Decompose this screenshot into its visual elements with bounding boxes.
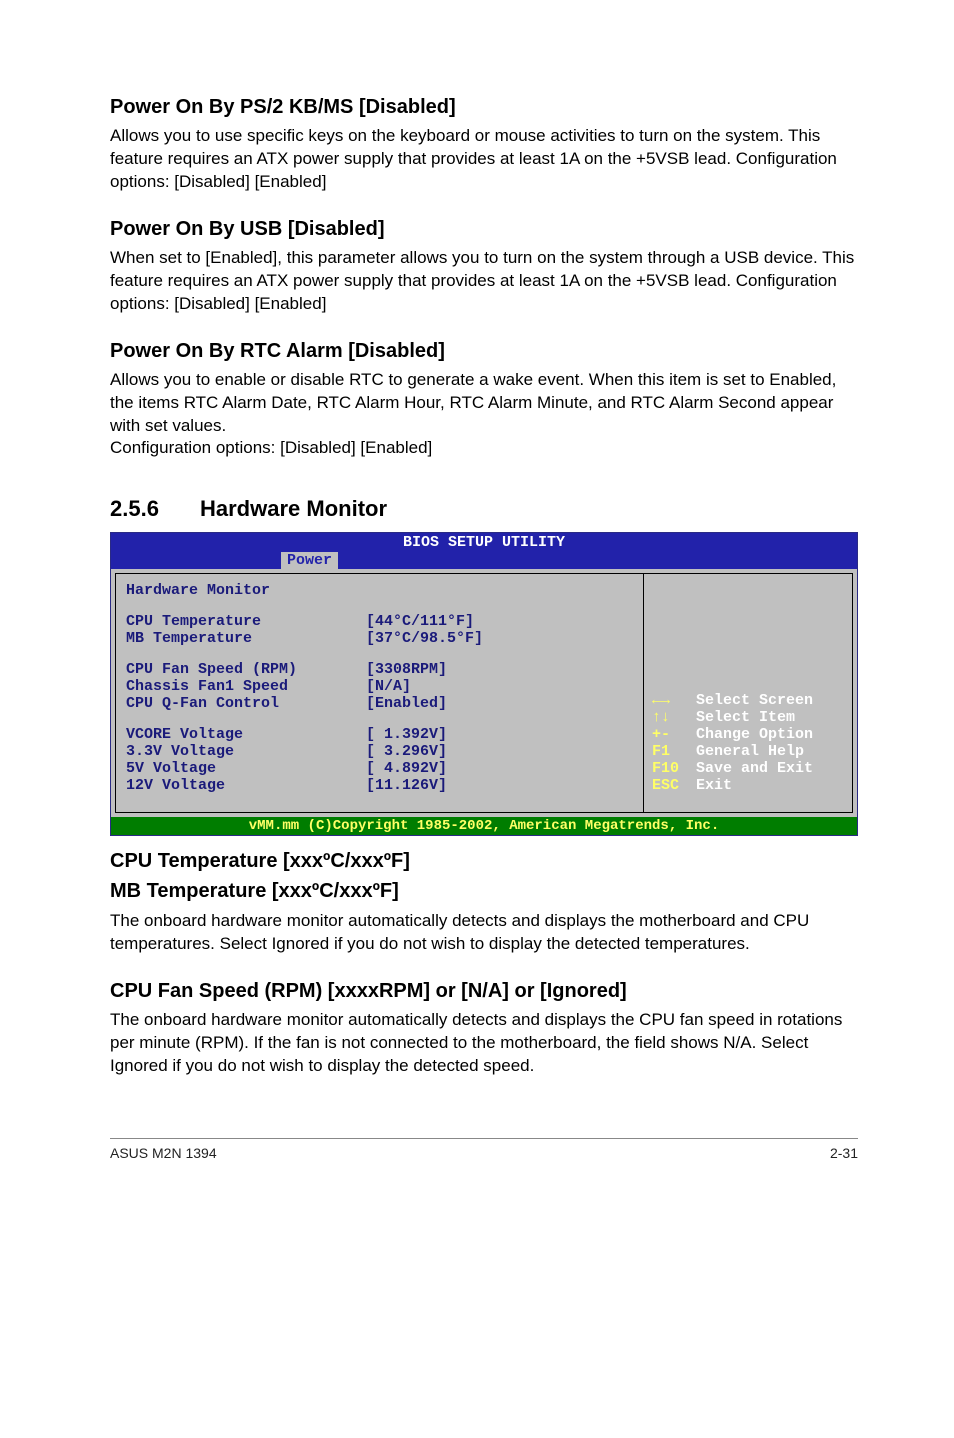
hint-key: ←→ bbox=[652, 692, 696, 709]
hint-text: Exit bbox=[696, 777, 732, 794]
bios-label: MB Temperature bbox=[126, 630, 366, 647]
bios-left-panel: Hardware Monitor CPU Temperature [44°C/1… bbox=[115, 573, 643, 813]
bios-hint: F10Save and Exit bbox=[652, 760, 844, 777]
bios-row: MB Temperature [37°C/98.5°F] bbox=[126, 630, 633, 647]
bios-tabrow: Power bbox=[111, 552, 857, 569]
bios-label: 12V Voltage bbox=[126, 777, 366, 794]
bios-screenshot: BIOS SETUP UTILITY Power Hardware Monito… bbox=[110, 532, 858, 836]
bios-title: BIOS SETUP UTILITY bbox=[111, 533, 857, 552]
hint-text: Save and Exit bbox=[696, 760, 813, 777]
bios-row: Chassis Fan1 Speed [N/A] bbox=[126, 678, 633, 695]
section-title: Hardware Monitor bbox=[200, 496, 387, 521]
bios-value: [Enabled] bbox=[366, 695, 447, 712]
bios-row: VCORE Voltage [ 1.392V] bbox=[126, 726, 633, 743]
hint-text: General Help bbox=[696, 743, 804, 760]
bios-hint: ←→Select Screen bbox=[652, 692, 844, 709]
page-footer: ASUS M2N 1394 2-31 bbox=[110, 1138, 858, 1161]
hint-key: ESC bbox=[652, 777, 696, 794]
bios-value: [N/A] bbox=[366, 678, 411, 695]
bios-value: [44°C/111°F] bbox=[366, 613, 474, 630]
hint-text: Select Item bbox=[696, 709, 795, 726]
hint-key: +- bbox=[652, 726, 696, 743]
heading-power-ps2: Power On By PS/2 KB/MS [Disabled] bbox=[110, 96, 858, 119]
footer-left: ASUS M2N 1394 bbox=[110, 1145, 217, 1161]
bios-hint: F1General Help bbox=[652, 743, 844, 760]
para-cpu-fan-speed: The onboard hardware monitor automatical… bbox=[110, 1009, 858, 1078]
bios-row: CPU Temperature [44°C/111°F] bbox=[126, 613, 633, 630]
bios-row: CPU Fan Speed (RPM) [3308RPM] bbox=[126, 661, 633, 678]
hint-key: F1 bbox=[652, 743, 696, 760]
hint-key: ↑↓ bbox=[652, 709, 696, 726]
bios-label: 3.3V Voltage bbox=[126, 743, 366, 760]
heading-cpu-temp: CPU Temperature [xxxºC/xxxºF] bbox=[110, 848, 858, 874]
bios-tab-power: Power bbox=[281, 552, 338, 569]
bios-label: CPU Temperature bbox=[126, 613, 366, 630]
para-power-usb: When set to [Enabled], this parameter al… bbox=[110, 247, 858, 316]
hint-text: Change Option bbox=[696, 726, 813, 743]
heading-mb-temp: MB Temperature [xxxºC/xxxºF] bbox=[110, 878, 858, 904]
bios-label: Chassis Fan1 Speed bbox=[126, 678, 366, 695]
bios-hint: +-Change Option bbox=[652, 726, 844, 743]
bios-label: VCORE Voltage bbox=[126, 726, 366, 743]
bios-label: CPU Q-Fan Control bbox=[126, 695, 366, 712]
para-temp: The onboard hardware monitor automatical… bbox=[110, 910, 858, 956]
bios-value: [3308RPM] bbox=[366, 661, 447, 678]
hint-key: F10 bbox=[652, 760, 696, 777]
bios-value: [ 1.392V] bbox=[366, 726, 447, 743]
hint-text: Select Screen bbox=[696, 692, 813, 709]
heading-power-usb: Power On By USB [Disabled] bbox=[110, 218, 858, 241]
para-power-ps2: Allows you to use specific keys on the k… bbox=[110, 125, 858, 194]
bios-subheader: Hardware Monitor bbox=[126, 582, 633, 599]
bios-right-panel: ←→Select Screen ↑↓Select Item +-Change O… bbox=[643, 573, 853, 813]
bios-value: [37°C/98.5°F] bbox=[366, 630, 483, 647]
bios-value: [ 3.296V] bbox=[366, 743, 447, 760]
heading-power-rtc: Power On By RTC Alarm [Disabled] bbox=[110, 340, 858, 363]
bios-copyright: vMM.mm (C)Copyright 1985-2002, American … bbox=[111, 817, 857, 835]
bios-value: [11.126V] bbox=[366, 777, 447, 794]
section-heading-hw-monitor: 2.5.6Hardware Monitor bbox=[110, 496, 858, 522]
bios-hint: ↑↓Select Item bbox=[652, 709, 844, 726]
bios-row: CPU Q-Fan Control [Enabled] bbox=[126, 695, 633, 712]
bios-row: 5V Voltage [ 4.892V] bbox=[126, 760, 633, 777]
footer-right: 2-31 bbox=[830, 1145, 858, 1161]
heading-cpu-fan-speed: CPU Fan Speed (RPM) [xxxxRPM] or [N/A] o… bbox=[110, 980, 858, 1003]
bios-hint: ESCExit bbox=[652, 777, 844, 794]
bios-row: 12V Voltage [11.126V] bbox=[126, 777, 633, 794]
bios-label: 5V Voltage bbox=[126, 760, 366, 777]
section-number: 2.5.6 bbox=[110, 496, 200, 522]
bios-row: 3.3V Voltage [ 3.296V] bbox=[126, 743, 633, 760]
para-power-rtc: Allows you to enable or disable RTC to g… bbox=[110, 369, 858, 461]
bios-value: [ 4.892V] bbox=[366, 760, 447, 777]
bios-label: CPU Fan Speed (RPM) bbox=[126, 661, 366, 678]
